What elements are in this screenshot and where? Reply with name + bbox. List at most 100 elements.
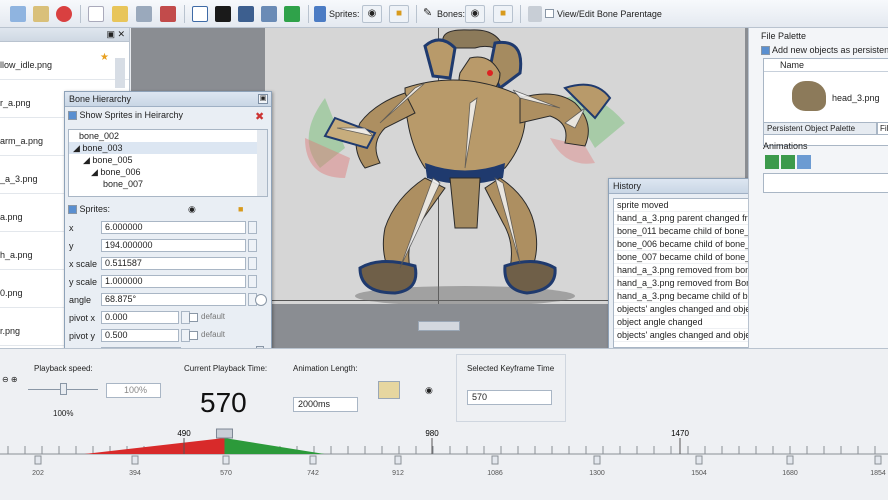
keyframe-label: 1680: [782, 470, 798, 477]
angle-dial[interactable]: [255, 294, 267, 306]
keyframe-marker: [34, 455, 42, 465]
prop-input[interactable]: 6.000000: [101, 221, 246, 234]
set-length-icon[interactable]: [378, 381, 400, 399]
keyframe-marker: [786, 455, 794, 465]
prop-input[interactable]: 194.000000: [101, 239, 246, 252]
tree-item[interactable]: ◢ bone_006: [69, 166, 267, 178]
delete-icon[interactable]: [56, 6, 72, 22]
sprites-icon: [314, 6, 326, 22]
prop-input[interactable]: 68.875°: [101, 293, 246, 306]
bones-eye-button[interactable]: ◉: [465, 5, 485, 23]
time-marker-label: 980: [425, 429, 439, 438]
prop-input[interactable]: 0.000: [101, 311, 179, 324]
list-item[interactable]: llow_idle.png: [0, 42, 129, 80]
keyframe-group: [456, 354, 566, 422]
view-icon[interactable]: [192, 6, 208, 22]
spin-button[interactable]: [248, 221, 257, 234]
sprites-lock-button[interactable]: ■: [389, 5, 409, 23]
canvas-hscroll[interactable]: [418, 321, 460, 331]
fit-icon[interactable]: [284, 6, 300, 22]
default-label: default: [201, 330, 226, 339]
prop-input[interactable]: 0.511587: [101, 257, 246, 270]
open-folder-icon[interactable]: [112, 6, 128, 22]
default-checkbox[interactable]: [189, 331, 198, 340]
duplicate-animation-icon[interactable]: [781, 155, 795, 169]
sprites-eye-button[interactable]: ◉: [362, 5, 382, 23]
close-icon[interactable]: ✕: [117, 29, 125, 40]
rename-animation-icon[interactable]: [797, 155, 811, 169]
name-column-header[interactable]: Name: [764, 59, 888, 72]
new-file-icon[interactable]: [88, 6, 104, 22]
grid-icon[interactable]: [238, 6, 254, 22]
bone-hierarchy-window: Bone Hierarchy ▣ Show Sprites in Heirarc…: [64, 91, 272, 364]
tree-scrollbar[interactable]: [257, 130, 267, 196]
file-palette-panel: File Palette Add new objects as persiste…: [748, 28, 888, 348]
list-scrollbar[interactable]: [115, 58, 125, 88]
easing-in-curve: [84, 438, 225, 454]
prop-input[interactable]: 1.000000: [101, 275, 246, 288]
prop-input[interactable]: 0.500: [101, 329, 179, 342]
tree-item[interactable]: bone_002: [69, 130, 267, 142]
prop-label: x scale: [69, 259, 98, 269]
tab-files[interactable]: Fil: [877, 122, 888, 135]
keyframe-label: 1300: [589, 470, 605, 477]
prop-label: pivot y: [69, 331, 96, 341]
eye-icon[interactable]: ◉: [188, 204, 196, 215]
spin-button[interactable]: [248, 239, 257, 252]
close-icon[interactable]: ▣: [258, 94, 268, 104]
parentage-checkbox[interactable]: [545, 9, 554, 18]
add-animation-icon[interactable]: [765, 155, 779, 169]
keyframe-label: 1504: [691, 470, 707, 477]
toolbar: Sprites: ◉ ■ ✎ Bones: ◉ ■ View/Edit Bone…: [0, 0, 888, 28]
bones-label: Bones:: [437, 9, 466, 19]
playback-speed-input[interactable]: 100%: [106, 383, 161, 398]
sprites-checkbox[interactable]: [68, 205, 77, 215]
prop-label: y scale: [69, 277, 98, 287]
add-new-row[interactable]: Add new objects as persistent: [761, 45, 888, 56]
speed-slider-thumb[interactable]: [60, 383, 67, 395]
prop-label: angle: [69, 295, 92, 305]
keyframe-marker: [874, 455, 882, 465]
keyframe-label: 742: [307, 470, 319, 477]
anim-length-label: Animation Length:: [293, 364, 358, 373]
delete-bone-icon[interactable]: ✖: [255, 110, 264, 123]
paste-icon[interactable]: [33, 6, 49, 22]
show-sprites-checkbox[interactable]: [68, 111, 77, 121]
copy-icon[interactable]: [10, 6, 26, 22]
black-bg-icon[interactable]: [215, 6, 231, 22]
time-marker-label: 1470: [671, 429, 689, 438]
head-thumbnail: [792, 81, 826, 111]
show-sprites-row[interactable]: Show Sprites in Heirarchy: [68, 110, 268, 124]
prop-label: pivot x: [69, 313, 96, 323]
bone-tree: bone_002 ◢ bone_003 ◢ bone_005 ◢ bone_00…: [68, 129, 268, 197]
prev-frame-icon[interactable]: ⊖ ⊕: [2, 375, 18, 384]
bones-lock-button[interactable]: ■: [493, 5, 513, 23]
keyframe-marker: [222, 455, 230, 465]
save-icon[interactable]: [136, 6, 152, 22]
screen-icon[interactable]: [261, 6, 277, 22]
tree-item[interactable]: ◢ bone_005: [69, 154, 267, 166]
anim-length-input[interactable]: 2000ms: [293, 397, 358, 412]
export-icon[interactable]: [160, 6, 176, 22]
tab-persistent[interactable]: Persistent Object Palette: [763, 122, 877, 135]
tree-item[interactable]: bone_007: [69, 178, 267, 190]
animation-list[interactable]: [763, 173, 888, 193]
add-new-label: Add new objects as persistent: [772, 45, 888, 55]
time-marker-label: 490: [177, 429, 191, 438]
spin-button[interactable]: [248, 257, 257, 270]
add-new-checkbox[interactable]: [761, 46, 770, 56]
show-sprites-label: Show Sprites in Heirarchy: [79, 110, 184, 120]
timeline[interactable]: 490 980 1470 202 394 570 742 912 1086 1300 1504 16…: [0, 420, 888, 500]
eye-icon[interactable]: ◉: [425, 385, 433, 396]
file-name[interactable]: head_3.png: [832, 93, 880, 103]
playback-speed-label: Playback speed:: [34, 364, 93, 373]
keyframe-marker: [491, 455, 499, 465]
tree-item[interactable]: ◢ bone_003: [69, 142, 267, 154]
spin-button[interactable]: [248, 275, 257, 288]
default-checkbox[interactable]: [189, 313, 198, 322]
keyframe-marker: [695, 455, 703, 465]
pin-icon[interactable]: ▣: [106, 29, 115, 40]
lock-icon[interactable]: ■: [238, 204, 243, 214]
keyframe-label: 912: [392, 470, 404, 477]
prop-label: x: [69, 223, 74, 233]
